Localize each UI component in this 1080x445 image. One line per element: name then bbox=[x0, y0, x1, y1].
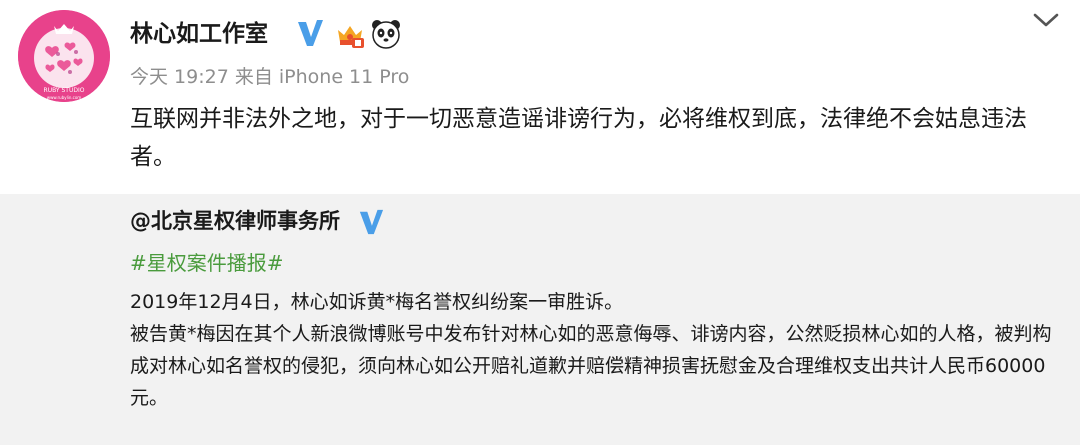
topic-hashtag-link[interactable]: #星权案件播报# bbox=[130, 248, 284, 278]
avatar[interactable]: RUBY STUDIO www.rubylin.com bbox=[18, 10, 110, 102]
post-author-name[interactable]: 林心如工作室 bbox=[130, 16, 268, 52]
crown-badge-icon[interactable] bbox=[334, 18, 366, 50]
repost-paragraph: 2019年12月4日，林心如诉黄*梅名誉权纠纷案一审胜诉。 bbox=[130, 291, 624, 313]
weibo-post: RUBY STUDIO www.rubylin.com 林心如工作室 今天 19… bbox=[0, 0, 1080, 445]
panda-badge-icon[interactable] bbox=[370, 18, 402, 50]
verified-icon bbox=[359, 209, 384, 235]
post-content: 互联网并非法外之地，对于一切恶意造谣诽谤行为，必将维权到底，法律绝不会姑息违法者… bbox=[130, 106, 1027, 170]
repost-paragraph: 被告黄*梅因在其个人新浪微博账号中发布针对林心如的恶意侮辱、诽谤内容，公然贬损林… bbox=[130, 323, 1052, 409]
avatar-brand-text: RUBY STUDIO bbox=[44, 87, 85, 94]
avatar-url-text: www.rubylin.com bbox=[47, 95, 81, 100]
repost-card[interactable]: @北京星权律师事务所 #星权案件播报# 2019年12月4日，林心如诉黄*梅名誉… bbox=[0, 194, 1080, 445]
post-meta: 今天 19:27 来自 iPhone 11 Pro bbox=[130, 66, 410, 88]
verified-icon bbox=[298, 20, 323, 46]
chevron-down-icon[interactable] bbox=[1030, 8, 1062, 32]
repost-author-name[interactable]: @北京星权律师事务所 bbox=[130, 206, 340, 236]
repost-text: 2019年12月4日，林心如诉黄*梅名誉权纠纷案一审胜诉。 被告黄*梅因在其个人… bbox=[130, 286, 1060, 414]
avatar-image: RUBY STUDIO www.rubylin.com bbox=[18, 10, 110, 102]
